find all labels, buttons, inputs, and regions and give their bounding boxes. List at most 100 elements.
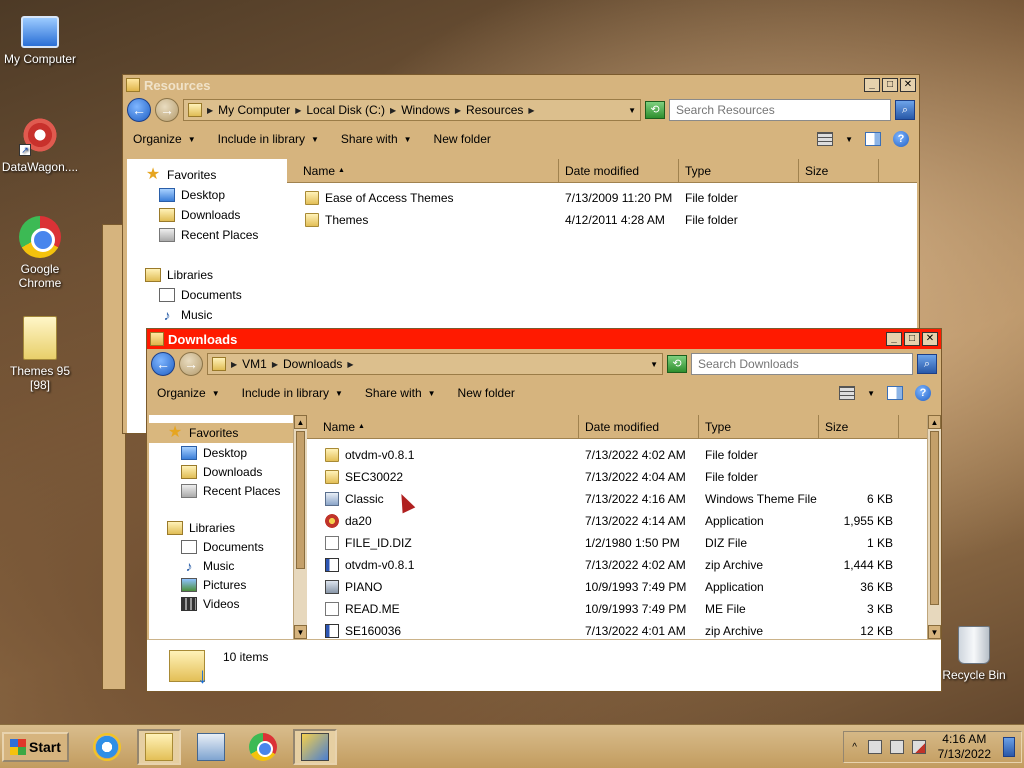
clock[interactable]: 4:16 AM 7/13/2022 xyxy=(934,732,995,762)
desktop-icon-themes-95[interactable]: Themes 95 [98] xyxy=(0,316,80,392)
chevron-down-icon[interactable]: ▼ xyxy=(845,135,853,144)
nav-item-desktop[interactable]: Desktop xyxy=(127,185,287,205)
column-header-date-modified[interactable]: Date modified xyxy=(559,159,679,183)
chevron-right-icon[interactable]: ▶ xyxy=(528,106,534,115)
chevron-down-icon[interactable]: ▼ xyxy=(628,106,636,115)
chevron-right-icon[interactable]: ▶ xyxy=(295,106,301,115)
column-header-type[interactable]: Type xyxy=(679,159,799,183)
minimize-button[interactable]: _ xyxy=(864,78,880,92)
nav-item-favorites[interactable]: ★ Favorites xyxy=(149,423,307,443)
organize-button[interactable]: Organize ▼ xyxy=(133,132,196,146)
nav-item-music[interactable]: ♪ Music xyxy=(127,305,287,325)
nav-item-recent-places[interactable]: Recent Places xyxy=(149,481,307,500)
file-row[interactable]: otvdm-v0.8.1 7/13/2022 4:02 AM zip Archi… xyxy=(307,554,941,576)
close-button[interactable]: ✕ xyxy=(900,78,916,92)
minimize-button[interactable]: _ xyxy=(886,332,902,346)
nav-item-documents[interactable]: Documents xyxy=(127,285,287,305)
desktop-icon-google-chrome[interactable]: Google Chrome xyxy=(0,216,80,290)
breadcrumb-item[interactable]: Windows xyxy=(401,103,450,117)
file-row[interactable]: SEC30022 7/13/2022 4:04 AM File folder xyxy=(307,466,941,488)
title-bar[interactable]: Downloads _ □ ✕ xyxy=(147,329,941,349)
nav-item-libraries[interactable]: Libraries xyxy=(127,265,287,285)
breadcrumb-item[interactable]: VM1 xyxy=(242,357,267,371)
maximize-button[interactable]: □ xyxy=(904,332,920,346)
nav-item-desktop[interactable]: Desktop xyxy=(149,443,307,462)
nav-item-downloads[interactable]: Downloads xyxy=(149,462,307,481)
forward-button[interactable]: → xyxy=(155,98,179,122)
taskbar-windows-explorer[interactable] xyxy=(136,728,181,765)
file-row[interactable]: FILE_ID.DIZ 1/2/1980 1:50 PM DIZ File 1 … xyxy=(307,532,941,554)
navigation-scrollbar[interactable]: ▲ ▼ xyxy=(293,415,307,639)
volume-muted-icon[interactable] xyxy=(911,740,926,754)
back-button[interactable]: ← xyxy=(151,352,175,376)
new-folder-button[interactable]: New folder xyxy=(434,132,491,146)
nav-item-pictures[interactable]: Pictures xyxy=(149,575,307,594)
search-input[interactable] xyxy=(669,99,891,121)
nav-item-videos[interactable]: Videos xyxy=(149,594,307,613)
chevron-right-icon[interactable]: ▶ xyxy=(455,106,461,115)
file-row[interactable]: Themes 4/12/2011 4:28 AM File folder xyxy=(287,209,917,231)
nav-item-documents[interactable]: Documents xyxy=(149,537,307,556)
breadcrumb-item[interactable]: My Computer xyxy=(218,103,290,117)
new-folder-button[interactable]: New folder xyxy=(458,386,515,400)
view-options-icon[interactable] xyxy=(839,386,856,400)
taskbar-google-chrome[interactable] xyxy=(241,729,285,765)
desktop-icon-recycle-bin[interactable]: Recycle Bin xyxy=(934,626,1014,682)
chevron-right-icon[interactable]: ▶ xyxy=(231,360,237,369)
forward-button[interactable]: → xyxy=(179,352,203,376)
column-header-name[interactable]: Name ▲ xyxy=(307,415,579,439)
nav-item-recent-places[interactable]: Recent Places xyxy=(127,225,287,245)
include-in-library-button[interactable]: Include in library ▼ xyxy=(218,132,319,146)
chevron-down-icon[interactable]: ▼ xyxy=(867,389,875,398)
nav-item-music[interactable]: ♪ Music xyxy=(149,556,307,575)
organize-button[interactable]: Organize ▼ xyxy=(157,386,220,400)
maximize-button[interactable]: □ xyxy=(882,78,898,92)
taskbar-internet-explorer[interactable] xyxy=(85,729,129,765)
refresh-button[interactable]: ⟲ xyxy=(667,355,687,373)
taskbar-media-player[interactable] xyxy=(189,729,233,765)
show-hidden-icons-icon[interactable]: ^ xyxy=(850,742,860,753)
column-header-type[interactable]: Type xyxy=(699,415,819,439)
close-button[interactable]: ✕ xyxy=(922,332,938,346)
network-icon[interactable] xyxy=(889,740,904,754)
file-row[interactable]: PIANO 10/9/1993 7:49 PM Application 36 K… xyxy=(307,576,941,598)
search-icon[interactable]: ⌕ xyxy=(895,100,915,120)
desktop-icon-datawagon[interactable]: ↗ DataWagon.... xyxy=(0,114,80,174)
preview-pane-icon[interactable] xyxy=(865,132,881,146)
scroll-up-arrow-icon[interactable]: ▲ xyxy=(928,415,941,429)
chevron-right-icon[interactable]: ▶ xyxy=(272,360,278,369)
help-icon[interactable]: ? xyxy=(915,385,931,401)
refresh-button[interactable]: ⟲ xyxy=(645,101,665,119)
column-header-size[interactable]: Size xyxy=(799,159,879,183)
action-center-icon[interactable] xyxy=(867,740,882,754)
downloads-window[interactable]: Downloads _ □ ✕ ← → ▶ VM1 ▶ Downloads ▶ … xyxy=(146,328,942,692)
show-desktop-button[interactable] xyxy=(1003,737,1015,757)
scrollbar-thumb[interactable] xyxy=(930,431,939,605)
file-row[interactable]: Ease of Access Themes 7/13/2009 11:20 PM… xyxy=(287,187,917,209)
file-row[interactable]: SE160036 7/13/2022 4:01 AM zip Archive 1… xyxy=(307,620,941,639)
address-bar[interactable]: ▶ VM1 ▶ Downloads ▶ ▼ xyxy=(207,353,663,375)
file-list-scrollbar[interactable]: ▲ ▼ xyxy=(927,415,941,639)
share-with-button[interactable]: Share with ▼ xyxy=(341,132,412,146)
share-with-button[interactable]: Share with ▼ xyxy=(365,386,436,400)
chevron-down-icon[interactable]: ▼ xyxy=(650,360,658,369)
file-row[interactable]: READ.ME 10/9/1993 7:49 PM ME File 3 KB xyxy=(307,598,941,620)
file-row[interactable]: otvdm-v0.8.1 7/13/2022 4:02 AM File fold… xyxy=(307,444,941,466)
scroll-up-arrow-icon[interactable]: ▲ xyxy=(294,415,307,429)
scroll-down-arrow-icon[interactable]: ▼ xyxy=(928,625,941,639)
help-icon[interactable]: ? xyxy=(893,131,909,147)
view-options-icon[interactable] xyxy=(817,132,834,146)
nav-item-libraries[interactable]: Libraries xyxy=(149,518,307,537)
breadcrumb-item[interactable]: Downloads xyxy=(283,357,342,371)
nav-item-favorites[interactable]: ★ Favorites xyxy=(127,165,287,185)
chevron-right-icon[interactable]: ▶ xyxy=(347,360,353,369)
breadcrumb-item[interactable]: Local Disk (C:) xyxy=(306,103,385,117)
scrollbar-thumb[interactable] xyxy=(296,431,305,569)
column-header-name[interactable]: Name ▲ xyxy=(287,159,559,183)
scroll-down-arrow-icon[interactable]: ▼ xyxy=(294,625,307,639)
chevron-right-icon[interactable]: ▶ xyxy=(390,106,396,115)
address-bar[interactable]: ▶ My Computer ▶ Local Disk (C:) ▶ Window… xyxy=(183,99,641,121)
title-bar[interactable]: Resources _ □ ✕ xyxy=(123,75,919,95)
include-in-library-button[interactable]: Include in library ▼ xyxy=(242,386,343,400)
search-icon[interactable]: ⌕ xyxy=(917,354,937,374)
